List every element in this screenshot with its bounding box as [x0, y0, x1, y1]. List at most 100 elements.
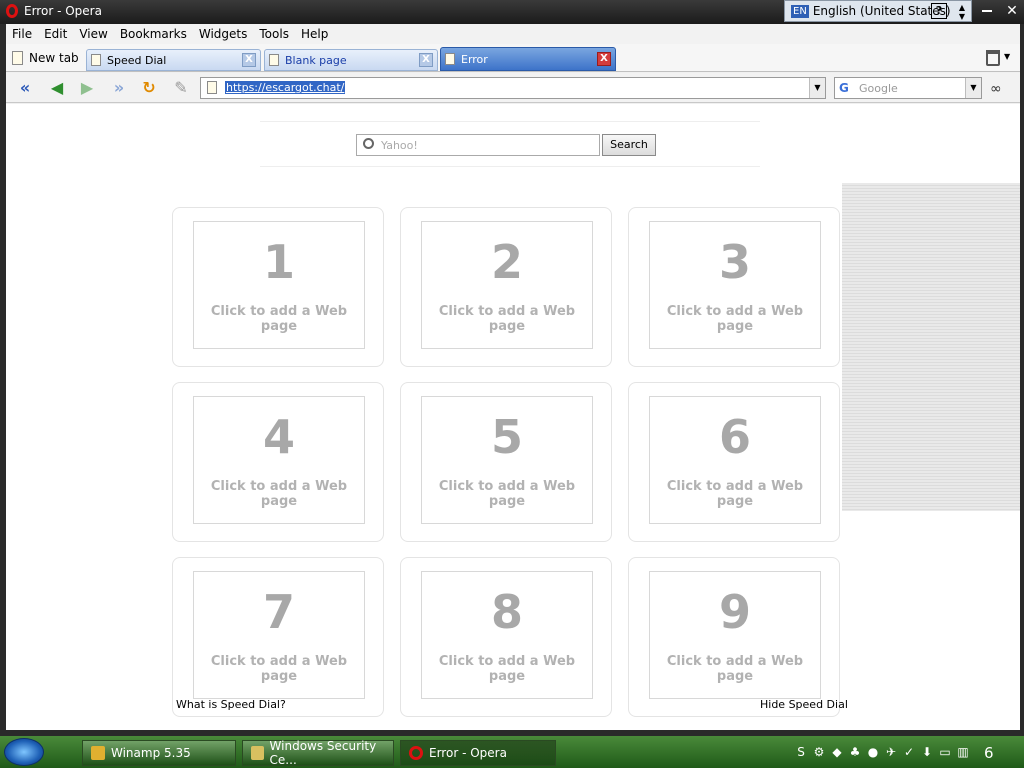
tray-display-icon[interactable]: ▭	[938, 744, 952, 760]
minimize-button[interactable]	[982, 10, 992, 12]
speed-dial-4[interactable]: 4 Click to add a Web page	[172, 382, 384, 542]
new-tab-label: New tab	[29, 51, 79, 65]
forward-icon[interactable]: ▶	[76, 79, 98, 97]
dial-number: 8	[490, 585, 523, 639]
search-button[interactable]: Search	[602, 134, 656, 156]
background-stripe	[842, 183, 1020, 511]
language-code-badge[interactable]: EN	[791, 4, 809, 18]
google-icon[interactable]: G	[839, 81, 849, 95]
dial-thumbnail[interactable]: 3 Click to add a Web page	[649, 221, 821, 349]
dial-text: Click to add a Web page	[210, 479, 348, 509]
chevron-down-icon[interactable]: ▼	[1004, 52, 1010, 61]
tab-blank-page[interactable]: Blank page X	[264, 49, 438, 71]
tab-bar: New tab Speed Dial X Blank page X Error …	[6, 44, 1020, 72]
back-icon[interactable]: ◀	[46, 79, 68, 97]
yahoo-placeholder: Yahoo!	[381, 139, 418, 152]
speed-dial-2[interactable]: 2 Click to add a Web page	[400, 207, 612, 367]
speed-dial-5[interactable]: 5 Click to add a Web page	[400, 382, 612, 542]
menu-view[interactable]: View	[73, 27, 113, 41]
taskbar-opera[interactable]: Error - Opera	[400, 740, 556, 766]
dial-number: 2	[490, 235, 523, 289]
speed-dial-page: Yahoo! Search 1 Click to add a Web page …	[6, 104, 1020, 730]
address-field[interactable]: https://escargot.chat/ ▼	[200, 77, 826, 99]
tab-close-icon[interactable]: X	[242, 53, 256, 67]
fast-forward-icon[interactable]: »	[108, 79, 130, 97]
tray-s-icon[interactable]: S	[794, 744, 808, 760]
menu-file[interactable]: File	[6, 27, 38, 41]
window-title-bar[interactable]: Error - Opera EN English (United States)…	[0, 0, 1024, 24]
tray-network-icon[interactable]: ♣	[848, 744, 862, 760]
what-is-speed-dial-link[interactable]: What is Speed Dial?	[176, 698, 286, 711]
tray-satellite-icon[interactable]: ✈	[884, 744, 898, 760]
dial-thumbnail[interactable]: 5 Click to add a Web page	[421, 396, 593, 524]
menu-tools[interactable]: Tools	[253, 27, 295, 41]
dial-thumbnail[interactable]: 7 Click to add a Web page	[193, 571, 365, 699]
menu-help[interactable]: Help	[295, 27, 334, 41]
tray-volume-icon[interactable]: ▥	[956, 744, 970, 760]
taskbar-security-center[interactable]: Windows Security Ce...	[242, 739, 394, 767]
dial-thumbnail[interactable]: 9 Click to add a Web page	[649, 571, 821, 699]
tab-speed-dial[interactable]: Speed Dial X	[86, 49, 261, 71]
dial-thumbnail[interactable]: 1 Click to add a Web page	[193, 221, 365, 349]
taskbar-label: Error - Opera	[429, 746, 507, 760]
glasses-icon[interactable]: ∞	[990, 82, 1014, 96]
dial-text: Click to add a Web page	[210, 304, 348, 334]
trash-icon[interactable]	[986, 50, 1000, 66]
tray-check-icon[interactable]: ✓	[902, 744, 916, 760]
tab-label: Speed Dial	[107, 53, 167, 67]
yahoo-search-input[interactable]: Yahoo!	[356, 134, 600, 156]
tab-error[interactable]: Error X	[440, 47, 616, 71]
taskbar-winamp[interactable]: Winamp 5.35	[82, 740, 236, 766]
speed-dial-7[interactable]: 7 Click to add a Web page	[172, 557, 384, 717]
speed-dial-8[interactable]: 8 Click to add a Web page	[400, 557, 612, 717]
chevron-down-icon[interactable]: ▼	[965, 78, 981, 98]
opera-icon	[409, 746, 423, 760]
dial-text: Click to add a Web page	[438, 479, 576, 509]
language-options-icon[interactable]: ▲ ▼	[955, 3, 969, 21]
search-icon	[363, 138, 374, 149]
menu-edit[interactable]: Edit	[38, 27, 73, 41]
dial-number: 3	[718, 235, 751, 289]
tab-label: Error	[461, 52, 488, 66]
dial-number: 7	[262, 585, 295, 639]
tray-shield-icon[interactable]: ◆	[830, 744, 844, 760]
close-button[interactable]: ✕	[1000, 0, 1024, 22]
edit-icon[interactable]: ✎	[170, 79, 192, 97]
language-bar[interactable]: EN English (United States) ? ▲ ▼	[784, 0, 972, 22]
divider	[260, 166, 760, 167]
chevron-down-icon[interactable]: ▼	[809, 78, 825, 98]
speed-dial-6[interactable]: 6 Click to add a Web page	[628, 382, 840, 542]
speed-dial-1[interactable]: 1 Click to add a Web page	[172, 207, 384, 367]
window-title: Error - Opera	[24, 4, 102, 18]
reload-icon[interactable]: ↻	[138, 79, 160, 97]
new-tab-button[interactable]: New tab	[12, 48, 79, 68]
dial-thumbnail[interactable]: 4 Click to add a Web page	[193, 396, 365, 524]
menu-widgets[interactable]: Widgets	[193, 27, 254, 41]
dial-thumbnail[interactable]: 8 Click to add a Web page	[421, 571, 593, 699]
page-icon	[445, 53, 455, 65]
dial-text: Click to add a Web page	[666, 479, 804, 509]
tray-download-icon[interactable]: ⬇	[920, 744, 934, 760]
address-url[interactable]: https://escargot.chat/	[225, 81, 346, 94]
rewind-icon[interactable]: «	[14, 79, 36, 97]
opera-logo-icon	[6, 4, 18, 18]
tab-close-icon[interactable]: X	[597, 52, 611, 66]
language-help-icon[interactable]: ?	[931, 3, 947, 19]
language-name[interactable]: English (United States)	[813, 4, 951, 18]
dial-number: 5	[490, 410, 523, 464]
clock[interactable]: 6	[984, 744, 994, 762]
tab-label: Blank page	[285, 53, 347, 67]
tray-red-icon[interactable]: ●	[866, 744, 880, 760]
speed-dial-3[interactable]: 3 Click to add a Web page	[628, 207, 840, 367]
dial-thumbnail[interactable]: 6 Click to add a Web page	[649, 396, 821, 524]
hide-speed-dial-link[interactable]: Hide Speed Dial	[760, 698, 848, 711]
start-button[interactable]	[4, 738, 44, 766]
tab-close-icon[interactable]: X	[419, 53, 433, 67]
dial-thumbnail[interactable]: 2 Click to add a Web page	[421, 221, 593, 349]
tray-gear-icon[interactable]: ⚙	[812, 744, 826, 760]
search-input[interactable]: G Google ▼	[834, 77, 982, 99]
shield-icon	[251, 746, 264, 760]
speed-dial-9[interactable]: 9 Click to add a Web page	[628, 557, 840, 717]
search-placeholder: Google	[859, 82, 898, 95]
menu-bookmarks[interactable]: Bookmarks	[114, 27, 193, 41]
